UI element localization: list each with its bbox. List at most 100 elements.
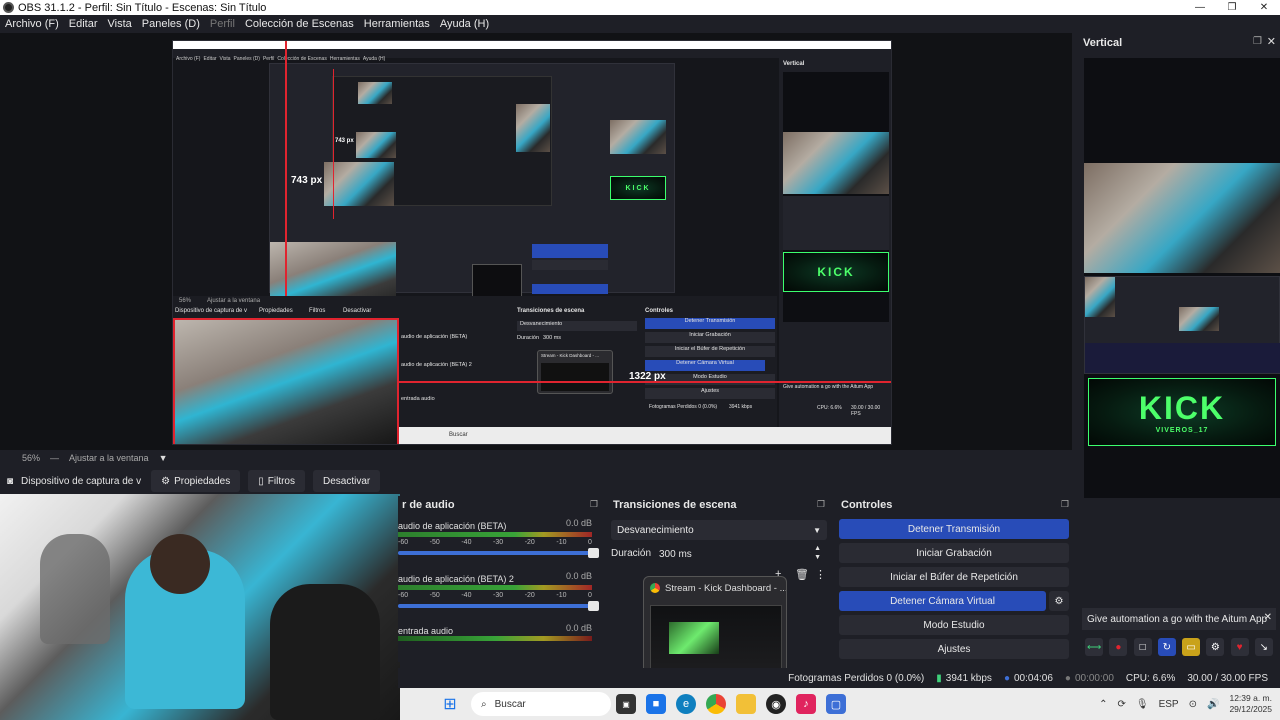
menu-herramientas[interactable]: Herramientas <box>364 18 430 30</box>
nested-thumb <box>324 162 394 206</box>
mixer-undock-icon[interactable]: ❐ <box>590 499 598 510</box>
popup-thumb-logo <box>669 622 719 654</box>
vertical-canvas[interactable]: KICK VIVEROS_17 <box>1084 58 1280 498</box>
nested-btn <box>532 260 608 270</box>
nested-ctrl-3: Detener Cámara Virtual <box>645 360 765 371</box>
maximize-button[interactable]: ❐ <box>1216 0 1248 15</box>
aitum-arrow-icon[interactable]: ↘ <box>1254 638 1273 656</box>
menu-vista[interactable]: Vista <box>108 18 132 30</box>
start-record-button[interactable]: Iniciar Grabación <box>839 543 1069 563</box>
minimize-button[interactable]: — <box>1184 0 1216 15</box>
aitum-heart-icon[interactable]: ♥ <box>1230 638 1249 656</box>
aitum-refresh-icon[interactable]: ↻ <box>1157 638 1176 656</box>
mixer-volume-slider-1[interactable] <box>398 548 599 558</box>
virtual-camera-settings-icon[interactable]: ⚙ <box>1049 591 1069 611</box>
aitum-text: Give automation a go with the Aitum App <box>1087 613 1268 625</box>
tray-network-icon[interactable]: ⊙ <box>1189 699 1197 710</box>
filters-button[interactable]: ▯ Filtros <box>248 470 305 492</box>
nested-kick-banner: KICK <box>610 176 666 200</box>
nested-mixer-1: audio de aplicación (BETA) <box>401 334 468 340</box>
dropped-frames: Fotogramas Perdidos 0 (0.0%) <box>788 672 925 684</box>
nested-ctrl-1: Iniciar Grabación <box>645 332 775 343</box>
delete-transition-icon[interactable]: 🗑 <box>795 568 809 581</box>
task-view-icon[interactable]: ▣ <box>616 694 636 714</box>
nested-source-name: Dispositivo de captura de v <box>175 308 248 314</box>
aitum-screen-icon[interactable]: ▭ <box>1182 638 1201 656</box>
close-button[interactable]: ✕ <box>1248 0 1280 15</box>
nested-vertical-webcam <box>783 132 889 194</box>
aitum-square-icon[interactable]: □ <box>1133 638 1152 656</box>
popup-thumbnail <box>650 605 782 673</box>
controls-title: Controles <box>841 499 893 511</box>
tray-sync-icon[interactable]: ⟳ <box>1118 699 1126 710</box>
menu-paneles[interactable]: Paneles (D) <box>142 18 200 30</box>
nested-dur-value: 300 ms <box>543 335 562 341</box>
nested-aitum-text: Give automation a go with the Aitum App <box>783 384 874 390</box>
controls-undock-icon[interactable]: ❐ <box>1061 499 1069 510</box>
nested-thumb <box>610 120 666 154</box>
nested-fit: Ajustar a la ventana <box>207 298 261 304</box>
taskbar-search[interactable]: ⌕ Buscar <box>471 692 611 716</box>
transitions-title: Transiciones de escena <box>613 499 737 511</box>
mixer-volume-slider-2[interactable] <box>398 601 599 611</box>
stop-virtual-camera-button[interactable]: Detener Cámara Virtual <box>839 591 1046 611</box>
obs-taskbar-icon[interactable]: ◉ <box>766 694 786 714</box>
chrome-taskbar-icon[interactable] <box>706 694 726 714</box>
taskbar-clock[interactable]: 12:39 a. m. 29/12/2025 <box>1229 693 1272 715</box>
window-titlebar: OBS 31.1.2 - Perfil: Sin Título - Escena… <box>0 0 1280 15</box>
nested-thumb <box>358 82 392 104</box>
menu-bar: Archivo (F) Editar Vista Paneles (D) Per… <box>0 15 1280 33</box>
explorer-icon[interactable] <box>736 694 756 714</box>
zoom-percent[interactable]: 56% <box>22 453 40 463</box>
person-head-shape <box>150 534 210 594</box>
vertical-close-icon[interactable]: ✕ <box>1267 35 1276 48</box>
zoom-fit-label[interactable]: Ajustar a la ventana <box>69 453 149 463</box>
aitum-link-icon[interactable]: ⟷ <box>1085 638 1104 656</box>
width-measure-label: 1322 px <box>629 371 666 382</box>
replay-buffer-button[interactable]: Iniciar el Búfer de Repetición <box>839 567 1069 587</box>
stream-time: 00:04:06 <box>1013 672 1053 684</box>
popup-title: Stream - Kick Dashboard - ... <box>665 582 787 594</box>
studio-mode-button[interactable]: Modo Estudio <box>839 615 1069 635</box>
stop-stream-button[interactable]: Detener Transmisión <box>839 519 1069 539</box>
more-transition-icon[interactable]: ⋮ <box>815 568 826 581</box>
vertical-nested-ui <box>1084 276 1280 374</box>
transitions-undock-icon[interactable]: ❐ <box>817 499 825 510</box>
menu-perfil[interactable]: Perfil <box>210 18 235 30</box>
settings-button[interactable]: Ajustes <box>839 639 1069 659</box>
tray-chevron-icon[interactable]: ⌃ <box>1099 699 1107 710</box>
zoom-minus-icon[interactable]: — <box>50 453 59 463</box>
menu-archivo[interactable]: Archivo (F) <box>5 18 59 30</box>
taskbar-preview-popup[interactable]: Stream - Kick Dashboard - ... <box>643 576 787 677</box>
menu-coleccion-escenas[interactable]: Colección de Escenas <box>245 18 354 30</box>
nested-popup: Stream - Kick Dashboard - ... <box>537 350 613 394</box>
measure-line-vertical <box>333 69 334 219</box>
aitum-record-icon[interactable]: ● <box>1109 638 1128 656</box>
windows-start-icon[interactable]: ⊞ <box>440 694 460 714</box>
vertical-undock-icon[interactable]: ❐ <box>1253 36 1262 47</box>
edge-icon[interactable]: e <box>676 694 696 714</box>
nested-taskbar: Buscar <box>399 427 891 444</box>
tray-mic-icon[interactable]: 🎙 <box>1136 699 1149 710</box>
app-icon[interactable]: ▢ <box>826 694 846 714</box>
window-title: OBS 31.1.2 - Perfil: Sin Título - Escena… <box>18 1 267 14</box>
tray-volume-icon[interactable]: 🔊 <box>1207 699 1219 710</box>
language-indicator[interactable]: ESP <box>1159 699 1179 710</box>
nested-filters: Filtros <box>309 308 326 314</box>
windows-taskbar: ⊞ ⌕ Buscar ▣ ■ e ◉ ♪ ▢ ⌃ ⟳ 🎙 ESP ⊙ 🔊 12:3… <box>400 688 1280 720</box>
duration-input[interactable]: 300 ms ▲ ▼ <box>653 544 827 564</box>
store-icon[interactable]: ■ <box>646 694 666 714</box>
aitum-close-icon[interactable]: ✕ <box>1264 612 1272 623</box>
properties-button[interactable]: ⚙ Propiedades <box>151 470 241 492</box>
nested-kbps: 3941 kbps <box>729 404 753 410</box>
nested-vertical-kick: KICK <box>783 252 889 292</box>
source-toolbar: ◙ Dispositivo de captura de v ⚙ Propiedad… <box>0 468 400 494</box>
transition-select[interactable]: Desvanecimiento ▼ <box>611 520 827 540</box>
stream-icon: ● <box>1003 672 1010 684</box>
tiktok-icon[interactable]: ♪ <box>796 694 816 714</box>
menu-editar[interactable]: Editar <box>69 18 98 30</box>
deactivate-button[interactable]: Desactivar <box>313 470 381 492</box>
aitum-gear-icon[interactable]: ⚙ <box>1206 638 1225 656</box>
zoom-dropdown-icon[interactable]: ▼ <box>159 453 168 463</box>
menu-ayuda[interactable]: Ayuda (H) <box>440 18 489 30</box>
